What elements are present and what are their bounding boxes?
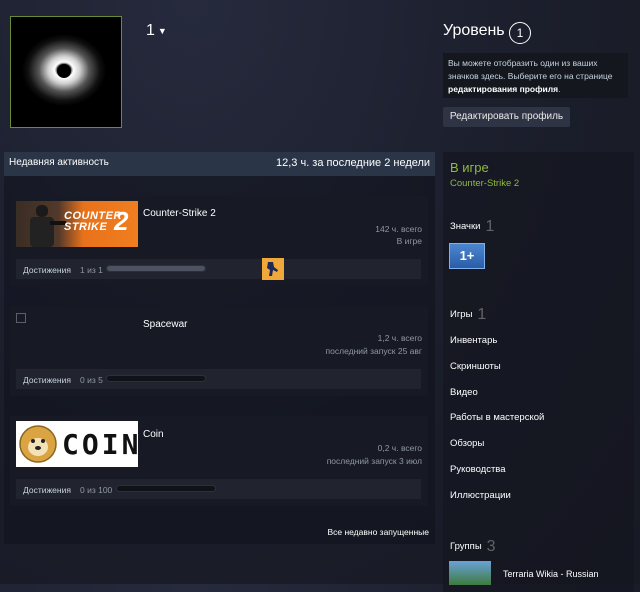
all-recent-games-link[interactable]: Все недавно запущенные [327,527,429,537]
game-hours: 1,2 ч. всего [377,333,422,343]
level-info-text: Вы можете отобразить один из ваших значк… [448,58,613,81]
edit-profile-button[interactable]: Редактировать профиль [443,107,570,127]
level-info: Вы можете отобразить один из ваших значк… [443,53,628,98]
guides-link[interactable]: Руководства [450,464,506,475]
game-status: В игре [396,236,422,246]
game-name[interactable]: Coin [143,429,164,440]
achievements-count: 1 из 1 [80,265,103,275]
coin-logo-text: COIN [62,428,142,461]
achievements-progress [106,375,206,382]
inventory-link[interactable]: Инвентарь [450,335,497,346]
cs-figure-icon [262,258,284,280]
game-hours: 142 ч. всего [375,224,422,234]
achievements-progress-fill [107,266,205,271]
ingame-status: В игре [450,160,489,175]
level-title: Уровень [443,22,505,39]
achievements-label: Достижения [23,265,71,275]
game-name[interactable]: Spacewar [143,319,187,330]
soldier-icon [30,205,66,247]
cs2-capsule[interactable]: COUNTER STRIKE 2 [16,201,138,247]
achievements-bar [16,259,421,279]
chevron-down-icon[interactable]: ▼ [158,26,167,36]
games-link[interactable]: Игры 1 [450,306,486,324]
level-badge: 1 [509,22,531,44]
game-name[interactable]: Counter-Strike 2 [143,208,216,219]
screenshots-link[interactable]: Скриншоты [450,361,501,372]
avatar[interactable] [10,16,122,128]
reviews-link[interactable]: Обзоры [450,438,484,449]
achievement-icon[interactable] [262,258,284,280]
achievements-bar [16,479,421,499]
level-info-end: . [558,84,561,94]
badge-icon[interactable]: 1+ [449,243,485,269]
black-hole-avatar-icon [11,17,121,127]
activity-hours: 12,3 ч. за последние 2 недели [276,157,431,169]
group-avatar[interactable] [449,561,491,585]
badges-count: 1 [485,218,495,235]
videos-link[interactable]: Видео [450,387,478,398]
activity-title: Недавняя активность [9,157,109,168]
game-status: последний запуск 3 июл [326,456,422,466]
groups-count: 3 [486,538,496,555]
games-count: 1 [477,306,487,323]
artwork-link[interactable]: Иллюстрации [450,490,511,501]
achievements-bar [16,369,421,389]
achievements-label: Достижения [23,375,71,385]
achievements-count: 0 из 5 [80,375,103,385]
achievements-count: 0 из 100 [80,485,113,495]
game-hours: 0,2 ч. всего [377,443,422,453]
achievements-label: Достижения [23,485,71,495]
achievements-progress [106,265,206,272]
cs2-logo-number: 2 [114,206,129,236]
ingame-game-link[interactable]: Counter-Strike 2 [450,178,519,189]
broken-image-icon[interactable] [16,313,26,323]
doge-icon [19,425,57,463]
group-name[interactable]: Terraria Wikia - Russian [503,569,599,579]
coin-capsule[interactable]: COIN [16,421,138,467]
workshop-link[interactable]: Работы в мастерской [450,412,544,423]
badges-link[interactable]: Значки 1 [450,218,494,236]
groups-link[interactable]: Группы 3 [450,538,496,556]
achievements-progress [116,485,216,492]
persona-name[interactable]: 1 ▼ [146,22,167,40]
edit-profile-link[interactable]: редактирования профиля [448,84,558,94]
game-status: последний запуск 25 авг [325,346,422,356]
